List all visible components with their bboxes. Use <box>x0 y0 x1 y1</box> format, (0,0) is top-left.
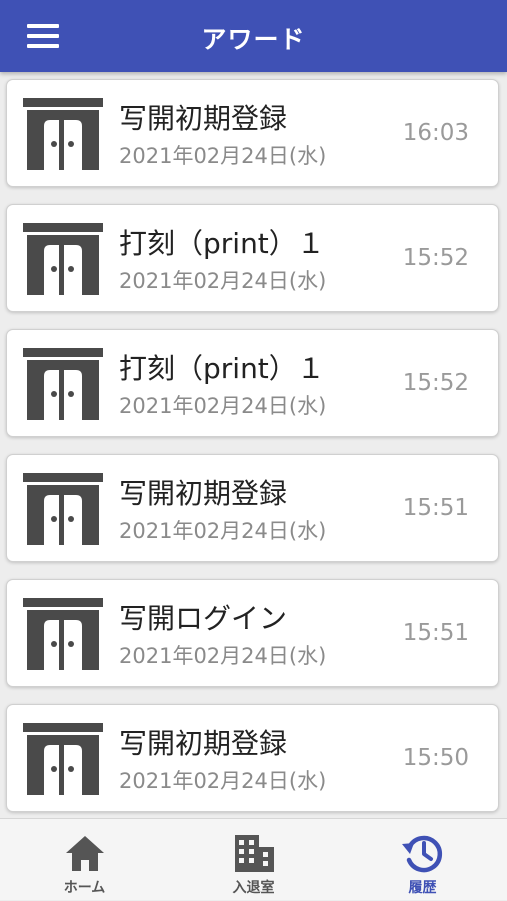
history-date: 2021年02月24日(水) <box>119 394 327 418</box>
history-card[interactable]: 打刻（print）１ 2021年02月24日(水) 15:52 <box>6 329 499 437</box>
history-title: 写開初期登録 <box>119 102 288 135</box>
page-title: アワード <box>201 25 306 54</box>
history-time: 16:03 <box>402 120 469 146</box>
gate-icon <box>23 473 103 545</box>
history-time: 15:50 <box>402 745 469 771</box>
app-bar: アワード <box>0 0 507 72</box>
history-card[interactable]: 写開初期登録 2021年02月24日(水) 15:51 <box>6 454 499 562</box>
nav-home-label: ホーム <box>63 880 106 896</box>
home-icon <box>66 836 104 871</box>
gate-icon <box>23 348 103 420</box>
history-icon <box>402 835 443 873</box>
history-title: 写開ログイン <box>119 602 288 635</box>
gate-icon <box>23 223 103 295</box>
nav-home[interactable]: ホーム <box>0 819 169 901</box>
history-time: 15:52 <box>402 245 469 271</box>
history-date: 2021年02月24日(水) <box>119 769 327 793</box>
history-card[interactable]: 打刻（print）１ 2021年02月24日(水) 15:52 <box>6 204 499 312</box>
history-title: 写開初期登録 <box>119 477 288 510</box>
history-time: 15:52 <box>402 370 469 396</box>
history-date: 2021年02月24日(水) <box>119 144 327 168</box>
history-card[interactable]: 写開初期登録 2021年02月24日(水) 15:50 <box>6 704 499 812</box>
gate-icon <box>23 723 103 795</box>
history-time: 15:51 <box>402 620 469 646</box>
history-title: 写開初期登録 <box>119 727 288 760</box>
nav-entry-exit-label: 入退室 <box>232 880 275 896</box>
history-card[interactable]: 写開初期登録 2021年02月24日(水) 16:03 <box>6 79 499 187</box>
history-title: 打刻（print）１ <box>119 352 325 385</box>
history-date: 2021年02月24日(水) <box>119 519 327 543</box>
history-list[interactable]: 写開初期登録 2021年02月24日(水) 16:03 打刻（print）１ 2… <box>0 72 507 818</box>
gate-icon <box>23 98 103 170</box>
history-title: 打刻（print）１ <box>119 227 325 260</box>
nav-entry-exit[interactable]: 入退室 <box>169 819 338 901</box>
nav-history[interactable]: 履歴 <box>338 819 507 901</box>
history-card[interactable]: 写開ログイン 2021年02月24日(水) 15:51 <box>6 579 499 687</box>
nav-history-label: 履歴 <box>408 880 437 896</box>
history-date: 2021年02月24日(水) <box>119 269 327 293</box>
history-time: 15:51 <box>402 495 469 521</box>
building-icon <box>235 835 274 872</box>
bottom-navigation: ホーム 入退室 履歴 <box>0 818 507 900</box>
history-date: 2021年02月24日(水) <box>119 644 327 668</box>
gate-icon <box>23 598 103 670</box>
